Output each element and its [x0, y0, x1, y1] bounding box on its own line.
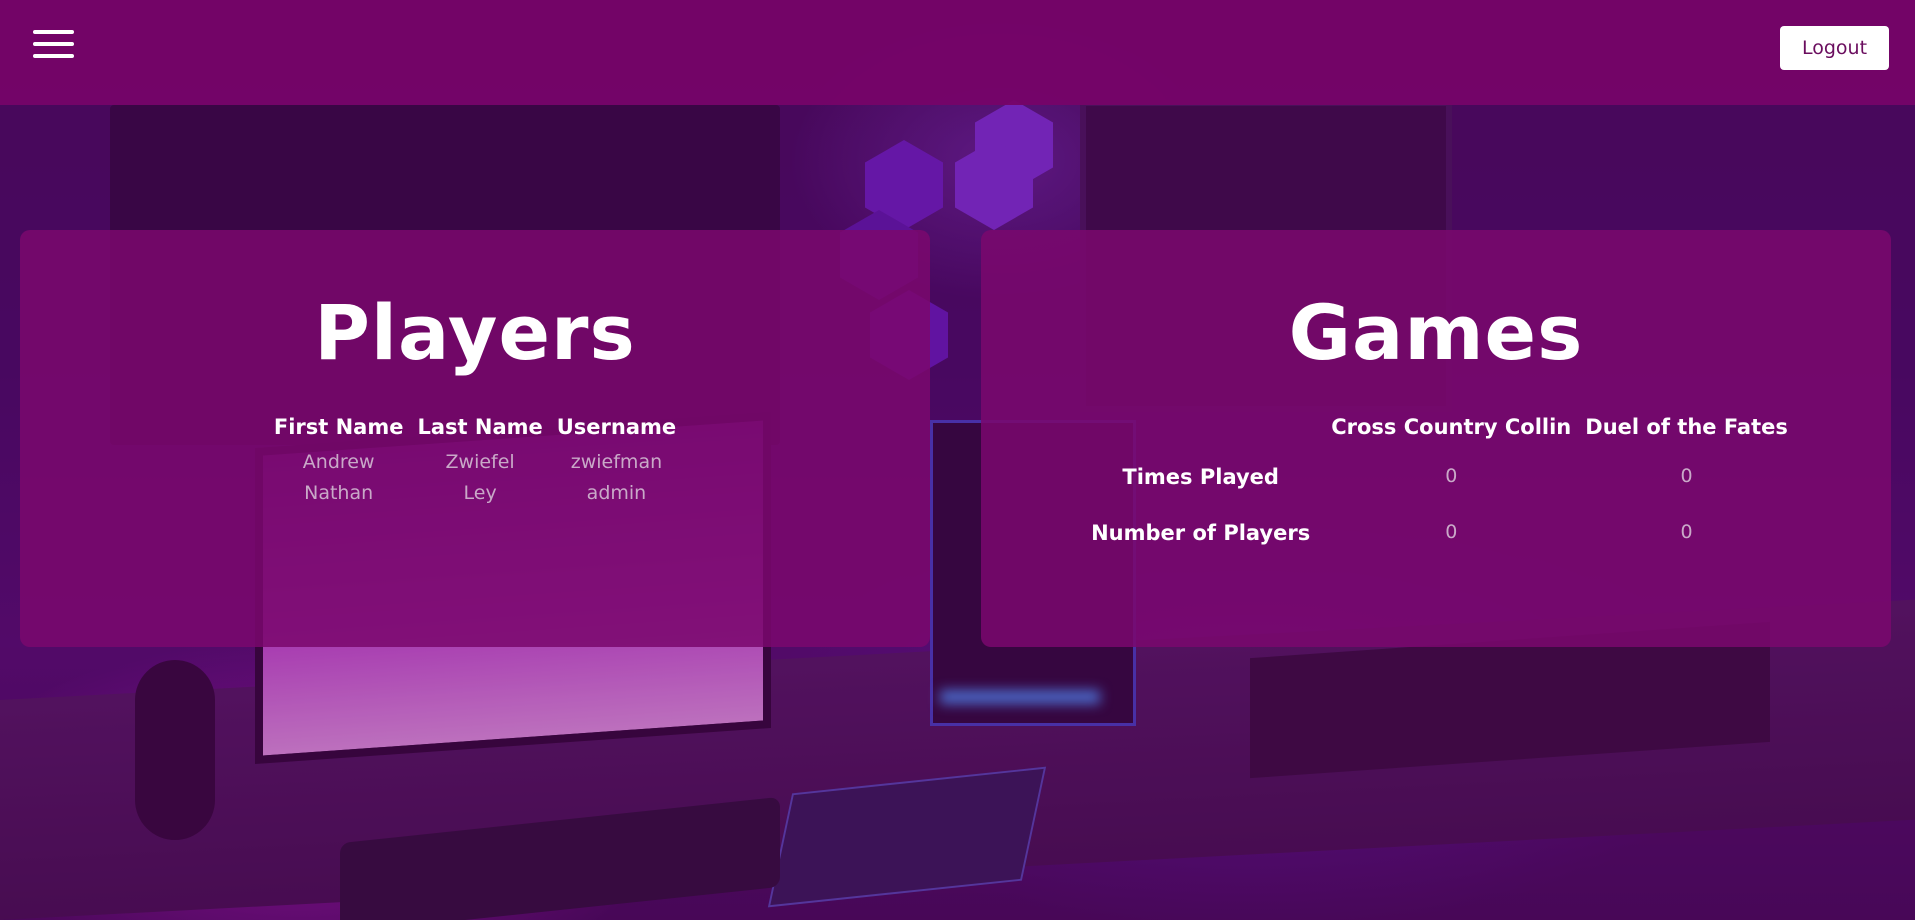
games-title: Games [1288, 288, 1584, 377]
table-row: Number of Players 0 0 [1077, 505, 1795, 561]
stat-cell: 0 [1680, 521, 1693, 543]
stat-cell: 0 [1445, 465, 1458, 487]
username-cell: admin [586, 482, 647, 504]
empty-corner-header [1077, 415, 1324, 449]
table-row: Nathan Ley admin [267, 478, 683, 509]
column-header-game: Cross Country Collin [1331, 415, 1572, 439]
players-card: Players First Name Last Name Username An… [20, 230, 930, 647]
table-row: Andrew Zwiefel zwiefman [267, 447, 683, 478]
top-navbar: Logout [0, 0, 1915, 105]
row-header-times-played: Times Played [1122, 465, 1279, 489]
logout-button[interactable]: Logout [1780, 26, 1889, 70]
column-header-first-name: First Name [273, 415, 404, 439]
games-card: Games Cross Country Collin Duel of the F… [981, 230, 1891, 647]
page: Logout Players First Name Last Name User… [0, 0, 1915, 920]
row-header-number-of-players: Number of Players [1091, 521, 1311, 545]
column-header-username: Username [556, 415, 677, 439]
column-header-game: Duel of the Fates [1585, 415, 1788, 439]
games-table: Cross Country Collin Duel of the Fates T… [1077, 415, 1795, 561]
last-name-cell: Ley [463, 482, 497, 504]
hamburger-menu-icon[interactable] [33, 30, 74, 60]
stat-cell: 0 [1445, 521, 1458, 543]
column-header-last-name: Last Name [417, 415, 543, 439]
stat-cell: 0 [1680, 465, 1693, 487]
first-name-cell: Andrew [302, 451, 375, 473]
players-title: Players [314, 288, 636, 377]
table-row: Times Played 0 0 [1077, 449, 1795, 505]
players-table: First Name Last Name Username Andrew Zwi… [267, 415, 683, 509]
last-name-cell: Zwiefel [445, 451, 515, 473]
first-name-cell: Nathan [304, 482, 374, 504]
username-cell: zwiefman [570, 451, 663, 473]
